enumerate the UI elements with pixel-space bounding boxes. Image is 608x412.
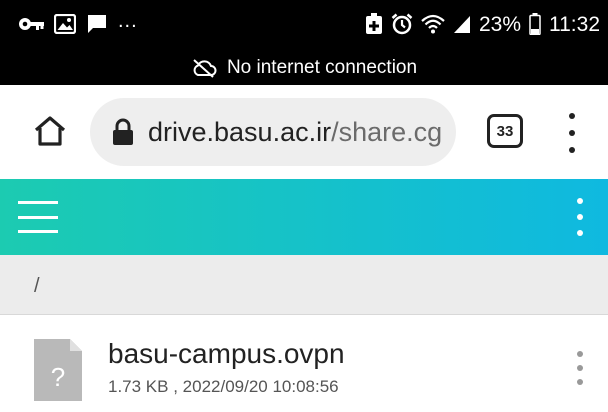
status-bar-right: 23% 11:32 bbox=[365, 11, 600, 37]
dot bbox=[577, 214, 583, 220]
home-icon bbox=[34, 116, 66, 146]
breadcrumb-root[interactable]: / bbox=[34, 275, 40, 298]
dot bbox=[577, 365, 583, 371]
url-host: drive.basu.ac.ir bbox=[148, 116, 332, 147]
signal-icon bbox=[453, 16, 470, 33]
file-name[interactable]: basu-campus.ovpn bbox=[108, 338, 345, 370]
alarm-icon bbox=[391, 13, 413, 35]
more-vert-icon bbox=[577, 351, 583, 357]
clock: 11:32 bbox=[549, 12, 600, 36]
dot bbox=[577, 230, 583, 236]
line bbox=[18, 230, 58, 233]
image-icon bbox=[54, 14, 76, 34]
more-vert-icon bbox=[569, 113, 575, 119]
battery-icon bbox=[529, 13, 541, 35]
dot bbox=[577, 379, 583, 385]
offline-text: No internet connection bbox=[226, 56, 418, 78]
browser-menu-button[interactable] bbox=[562, 113, 582, 153]
lock-icon bbox=[113, 118, 133, 145]
unknown-file-icon: ? bbox=[34, 339, 82, 401]
app-overflow-button[interactable] bbox=[572, 198, 588, 236]
line bbox=[18, 201, 58, 204]
notifications-more: ... bbox=[118, 10, 138, 32]
file-icon-glyph: ? bbox=[51, 362, 65, 392]
url-path: /share.cg bbox=[331, 116, 443, 147]
hamburger-icon[interactable] bbox=[18, 201, 58, 233]
key-icon bbox=[19, 18, 44, 30]
tab-count: 33 bbox=[496, 122, 514, 140]
status-bar-left: ... bbox=[18, 10, 138, 36]
breadcrumb: / bbox=[0, 255, 608, 315]
cloud-off-icon bbox=[193, 58, 217, 78]
tab-switcher-button[interactable]: 33 bbox=[487, 114, 523, 148]
line bbox=[18, 215, 58, 219]
app-bar bbox=[0, 179, 608, 255]
offline-banner: No internet connection bbox=[0, 50, 608, 85]
file-actions-button[interactable] bbox=[574, 351, 586, 385]
more-vert-icon bbox=[577, 198, 583, 204]
file-row[interactable]: ? basu-campus.ovpn 1.73 KB , 2022/09/20 … bbox=[0, 316, 608, 412]
wifi-icon bbox=[421, 14, 445, 34]
status-bar: ... 23% 11:32 bbox=[0, 0, 608, 50]
home-button[interactable] bbox=[30, 111, 70, 151]
browser-toolbar: drive.basu.ac.ir/share.cg 33 bbox=[0, 85, 608, 179]
dot bbox=[569, 130, 575, 136]
url-text: drive.basu.ac.ir/share.cg bbox=[148, 117, 442, 148]
battery-saver-icon bbox=[365, 13, 382, 34]
battery-percent: 23% bbox=[478, 12, 521, 36]
dot bbox=[569, 147, 575, 153]
message-icon bbox=[88, 15, 106, 33]
address-bar[interactable]: drive.basu.ac.ir/share.cg bbox=[90, 98, 456, 166]
file-meta: 1.73 KB , 2022/09/20 10:08:56 bbox=[108, 377, 339, 396]
